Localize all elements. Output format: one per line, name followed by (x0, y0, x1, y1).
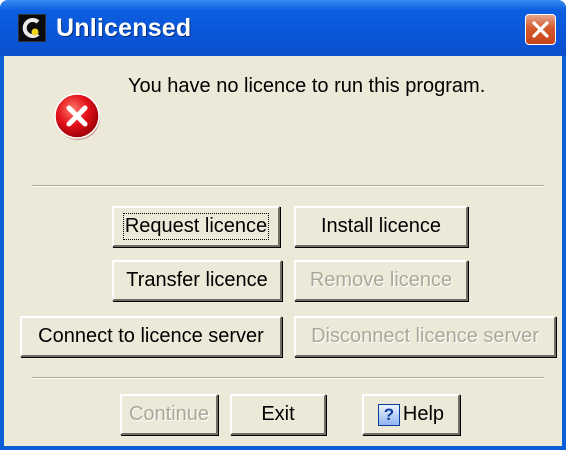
transfer-licence-button[interactable]: Transfer licence (112, 260, 282, 301)
error-message: You have no licence to run this program. (128, 75, 486, 97)
close-button[interactable] (525, 14, 556, 45)
dialog-body: You have no licence to run this program.… (4, 56, 562, 446)
app-logo-icon (18, 14, 46, 42)
title-bar[interactable]: Unlicensed (0, 0, 566, 56)
request-licence-button[interactable]: Request licence (112, 206, 280, 247)
install-licence-label: Install licence (320, 215, 442, 237)
connect-licence-server-label: Connect to licence server (38, 325, 264, 347)
connect-licence-server-button[interactable]: Connect to licence server (20, 316, 282, 357)
disconnect-licence-server-button[interactable]: Disconnect licence server (294, 316, 556, 357)
close-icon (532, 21, 549, 38)
transfer-licence-label: Transfer licence (126, 269, 268, 291)
disconnect-licence-server-label: Disconnect licence server (311, 325, 539, 347)
dialog-window: Unlicensed You have no licence to run th… (0, 0, 566, 450)
exit-label: Exit (261, 403, 295, 425)
remove-licence-label: Remove licence (309, 269, 453, 291)
error-icon (54, 93, 100, 140)
help-label: Help (402, 403, 445, 425)
help-button[interactable]: ? Help (362, 394, 460, 435)
help-icon: ? (377, 403, 400, 426)
window-title: Unlicensed (56, 14, 192, 42)
separator-top (32, 185, 544, 187)
request-licence-label: Request licence (122, 213, 270, 240)
exit-button[interactable]: Exit (230, 394, 326, 435)
continue-label: Continue (128, 403, 210, 425)
continue-button[interactable]: Continue (120, 394, 218, 435)
separator-bottom (32, 377, 544, 379)
remove-licence-button[interactable]: Remove licence (294, 260, 468, 301)
install-licence-button[interactable]: Install licence (294, 206, 468, 247)
